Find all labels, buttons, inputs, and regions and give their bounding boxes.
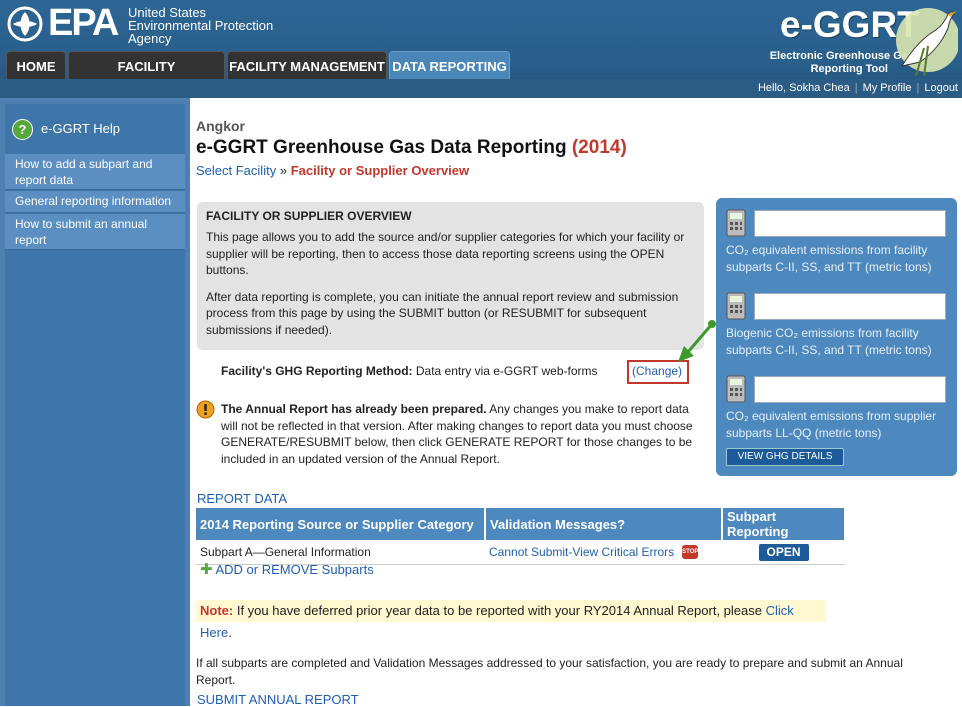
view-ghg-details-button[interactable]: VIEW GHG DETAILS (726, 448, 844, 466)
overview-heading: FACILITY OR SUPPLIER OVERVIEW (206, 209, 412, 223)
report-year: (2014) (571, 137, 627, 158)
validation-cell: Cannot Submit-View Critical Errors STOP (485, 540, 722, 565)
calculator-icon (726, 292, 746, 320)
help-sidebar: ? e-GGRT Help How to add a subpart and r… (0, 98, 190, 706)
biogenic-co2-label: Biogenic CO₂ emissions from facility sub… (726, 326, 932, 357)
column-header-subpart-reporting: Subpart Reporting (722, 508, 846, 540)
change-method-link[interactable]: (Change) (632, 364, 682, 378)
deferred-data-note: Note: If you have deferred prior year da… (196, 600, 826, 640)
column-header-category: 2014 Reporting Source or Supplier Catego… (196, 508, 486, 540)
tab-facility-management[interactable]: FACILITY MANAGEMENT (227, 51, 387, 79)
biogenic-co2-value (754, 293, 946, 320)
emissions-summary-panel: CO₂ equivalent emissions from facility s… (716, 198, 957, 476)
submit-annual-report-heading: SUBMIT ANNUAL REPORT (197, 692, 359, 707)
reporting-method-value: Data entry via e-GGRT web-forms (415, 364, 598, 378)
facility-name: Angkor (196, 118, 245, 134)
overview-paragraph-1: This page allows you to add the source a… (206, 230, 685, 277)
report-data-table: 2014 Reporting Source or Supplier Catego… (196, 508, 846, 565)
overview-panel: FACILITY OR SUPPLIER OVERVIEW This page … (197, 202, 704, 350)
epa-wordmark: EPA (48, 2, 119, 44)
page-title: e-GGRT Greenhouse Gas Data Reporting (20… (196, 137, 627, 158)
tab-home[interactable]: HOME (6, 51, 66, 79)
co2e-supplier-value (754, 376, 946, 403)
tab-data-reporting[interactable]: DATA REPORTING (389, 51, 510, 79)
my-profile-link[interactable]: My Profile (863, 82, 912, 94)
add-remove-subparts-link[interactable]: ✚ ADD or REMOVE Subparts (200, 560, 374, 578)
overview-paragraph-2: After data reporting is complete, you ca… (206, 289, 679, 337)
report-data-heading: REPORT DATA (197, 491, 288, 506)
page-header: EPA United States Environmental Protecti… (0, 0, 962, 104)
egret-icon (896, 8, 958, 77)
calculator-icon (726, 375, 746, 403)
calculator-icon (726, 209, 746, 237)
logout-link[interactable]: Logout (924, 82, 958, 94)
reporting-method: Facility's GHG Reporting Method: Data en… (221, 364, 598, 378)
submit-instructions: If all subparts are completed and Valida… (196, 656, 903, 687)
open-subpart-button[interactable]: OPEN (758, 543, 809, 561)
app-subtitle-1: Electronic Greenhouse Gas (769, 50, 914, 62)
eggrt-logo: e-GGRT Electronic Greenhouse Gas Reporti… (738, 2, 960, 78)
help-link-add-subpart[interactable]: How to add a subpart and report data (5, 154, 185, 190)
epa-logo[interactable]: EPA United States Environmental Protecti… (6, 2, 296, 46)
stop-sign-icon: STOP (682, 545, 698, 560)
critical-errors-link[interactable]: Cannot Submit-View Critical Errors (489, 545, 674, 559)
help-link-general-info[interactable]: General reporting information (5, 191, 185, 213)
breadcrumb-current: Facility or Supplier Overview (290, 163, 470, 178)
co2e-supplier-label: CO₂ equivalent emissions from supplier s… (726, 409, 937, 440)
annual-report-warning: The Annual Report has already been prepa… (221, 402, 693, 466)
warning-icon (196, 400, 215, 419)
tab-facility-registration[interactable]: FACILITY REGISTRATION (68, 51, 225, 104)
plus-icon: ✚ (200, 561, 213, 578)
column-header-validation: Validation Messages? (485, 508, 723, 540)
user-bar: Hello, Sokha Chea | My Profile | Logout (0, 79, 962, 98)
breadcrumb-select-facility[interactable]: Select Facility (196, 163, 276, 178)
app-subtitle-2: Reporting Tool (810, 63, 888, 75)
co2e-facility-value (754, 210, 946, 237)
epa-flower-icon (7, 6, 43, 42)
agency-name: United States Environmental Protection A… (128, 5, 274, 46)
help-question-icon: ? (12, 119, 33, 140)
help-link-submit-report[interactable]: How to submit an annual report (5, 214, 185, 250)
help-title: e-GGRT Help (41, 121, 120, 136)
help-header: ? e-GGRT Help (5, 104, 185, 148)
user-greeting: Hello, Sokha Chea (757, 82, 850, 94)
co2e-facility-label: CO₂ equivalent emissions from facility s… (726, 243, 932, 274)
breadcrumb: Select Facility » Facility or Supplier O… (196, 163, 470, 178)
